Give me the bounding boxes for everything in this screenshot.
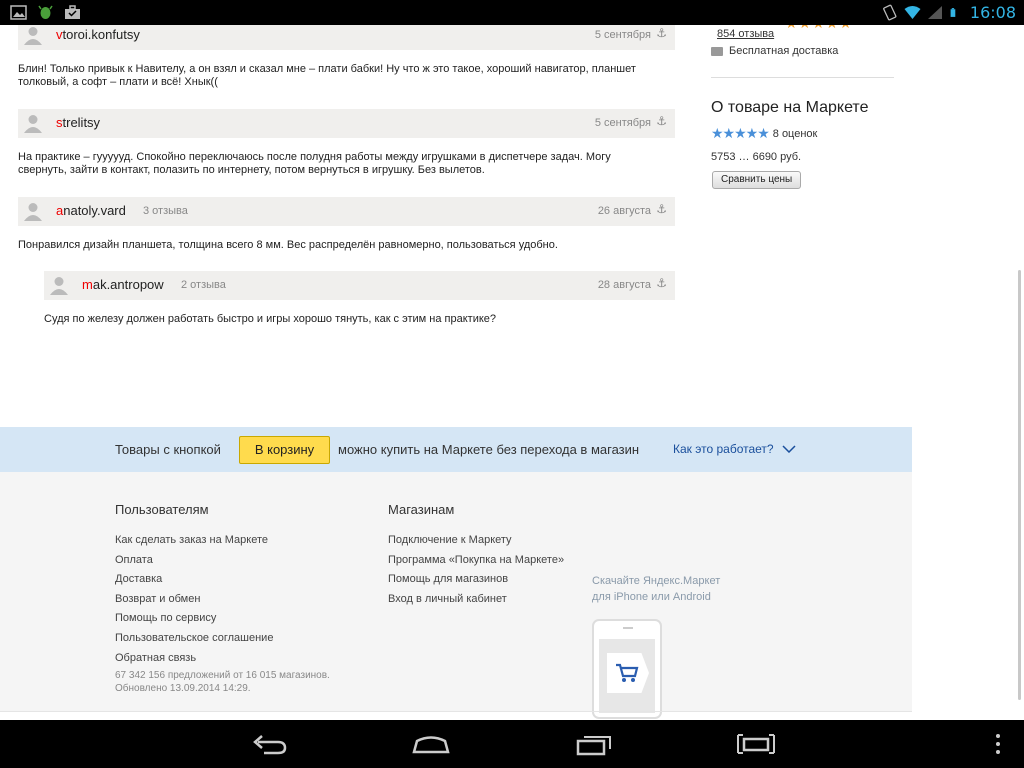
divider: [711, 77, 894, 78]
review-text: Блин! Только привык к Навителу, а он взя…: [18, 63, 636, 88]
android-bug-icon: [38, 5, 53, 19]
back-icon[interactable]: [250, 732, 290, 756]
footer-link[interactable]: Помощь для магазинов: [388, 570, 564, 590]
chevron-down-icon[interactable]: [782, 445, 796, 453]
anchor-link-icon[interactable]: ⚓: [656, 202, 667, 216]
review-date: 5 сентября: [594, 117, 651, 129]
footer-heading: Пользователям: [115, 502, 209, 517]
delivery-info: Бесплатная доставка: [711, 45, 838, 57]
overflow-menu-icon[interactable]: [988, 732, 1008, 756]
footer-shops-column: Магазинам Подключение к Маркету Программ…: [388, 502, 564, 609]
footer-link[interactable]: Оплата: [115, 551, 273, 571]
review-header: anatoly.vard 3 отзыва 26 августа ⚓: [18, 197, 675, 226]
wifi-icon: [904, 6, 921, 19]
review-username[interactable]: anatoly.vard: [56, 203, 126, 218]
footer-stats: 67 342 156 предложений от 16 015 магазин…: [115, 669, 330, 695]
rating-stars: ★★★★★: [785, 25, 853, 32]
home-icon[interactable]: [411, 732, 451, 756]
truck-icon: [711, 46, 723, 56]
anchor-link-icon[interactable]: ⚓: [656, 114, 667, 128]
how-it-works-label[interactable]: Как это работает?: [673, 442, 774, 456]
review-header: strelitsy 5 сентября ⚓: [18, 109, 675, 138]
review-text: Судя по железу должен работать быстро и …: [44, 313, 497, 325]
rating-stars: ★★★★★: [711, 125, 770, 141]
app-download-line[interactable]: Скачайте Яндекс.Маркет: [592, 573, 720, 589]
signal-icon: [927, 6, 942, 19]
offers-count: 67 342 156 предложений от 16 015 магазин…: [115, 670, 330, 681]
phone-app-icon[interactable]: [592, 619, 662, 719]
footer-link[interactable]: Подключение к Маркету: [388, 531, 564, 551]
market-section-title: О товаре на Маркете: [711, 99, 869, 116]
add-to-cart-button[interactable]: В корзину: [239, 436, 330, 464]
footer-link[interactable]: Обратная связь: [115, 649, 273, 669]
avatar: [50, 277, 68, 295]
footer-link[interactable]: Пользовательское соглашение: [115, 629, 273, 649]
review-username[interactable]: vtoroi.konfutsy: [56, 27, 140, 42]
promo-banner: Товары с кнопкой В корзину можно купить …: [0, 427, 912, 472]
battery-icon: [950, 8, 956, 17]
review-text: Понравился дизайн планшета, толщина всег…: [18, 239, 558, 251]
price-range: 5753 … 6690 руб.: [711, 151, 802, 163]
updated-time: Обновлено 13.09.2014 14:29.: [115, 683, 251, 694]
review-count[interactable]: 3 отзыва: [143, 205, 188, 217]
avatar: [24, 27, 42, 45]
fullscreen-icon[interactable]: [736, 732, 776, 756]
recent-apps-icon[interactable]: [575, 732, 615, 756]
market-rating: ★★★★★ 8 оценок: [711, 125, 817, 142]
footer-link[interactable]: Возврат и обмен: [115, 590, 273, 610]
rating-count[interactable]: 8 оценок: [773, 128, 818, 140]
footer-users-column: Пользователям Как сделать заказ на Марке…: [115, 502, 273, 668]
compare-prices-button[interactable]: Сравнить цены: [712, 171, 802, 189]
footer-link[interactable]: Как сделать заказ на Маркете: [115, 531, 273, 551]
review-text: На практике – гуууууд. Спокойно переключ…: [18, 151, 611, 176]
navigation-bar: [0, 720, 1024, 768]
app-download-link[interactable]: Скачайте Яндекс.Маркет для iPhone или An…: [592, 573, 720, 605]
footer-link[interactable]: Вход в личный кабинет: [388, 590, 564, 610]
review-username[interactable]: mak.antropow: [82, 277, 164, 292]
footer-link[interactable]: Доставка: [115, 570, 273, 590]
briefcase-icon: [65, 5, 80, 19]
scrollbar[interactable]: [1018, 270, 1021, 700]
footer-link[interactable]: Помощь по сервису: [115, 609, 273, 629]
reviews-count-link[interactable]: 854 отзыва: [717, 28, 774, 40]
footer-heading: Магазинам: [388, 502, 455, 517]
promo-text: можно купить на Маркете без перехода в м…: [338, 442, 640, 457]
clock: 16:08: [969, 3, 1016, 22]
promo-text: Товары с кнопкой: [115, 442, 221, 457]
review-date: 28 августа: [597, 279, 651, 291]
review-date: 26 августа: [597, 205, 651, 217]
review-header: vtoroi.konfutsy 5 сентября ⚓: [18, 25, 675, 50]
footer-link[interactable]: Программа «Покупка на Маркете»: [388, 551, 564, 571]
cart-icon: [616, 663, 639, 682]
page-content: vtoroi.konfutsy 5 сентября ⚓ Блин! Тольк…: [0, 25, 1024, 720]
review-username[interactable]: strelitsy: [56, 115, 100, 130]
image-icon: [10, 5, 27, 20]
footer: Пользователям Как сделать заказ на Марке…: [0, 472, 912, 719]
avatar: [24, 203, 42, 221]
status-bar: 16:08: [0, 0, 1024, 25]
avatar: [24, 115, 42, 133]
vibrate-icon: [882, 4, 897, 21]
delivery-label: Бесплатная доставка: [729, 45, 839, 57]
anchor-link-icon[interactable]: ⚓: [656, 26, 667, 40]
how-it-works-link[interactable]: Как это работает?: [673, 442, 796, 456]
app-download-line[interactable]: для iPhone или Android: [592, 589, 720, 605]
review-header: mak.antropow 2 отзыва 28 августа ⚓: [44, 271, 675, 300]
review-date: 5 сентября: [594, 29, 651, 41]
anchor-link-icon[interactable]: ⚓: [656, 276, 667, 290]
review-count[interactable]: 2 отзыва: [181, 279, 226, 291]
footer-divider: [0, 711, 912, 712]
